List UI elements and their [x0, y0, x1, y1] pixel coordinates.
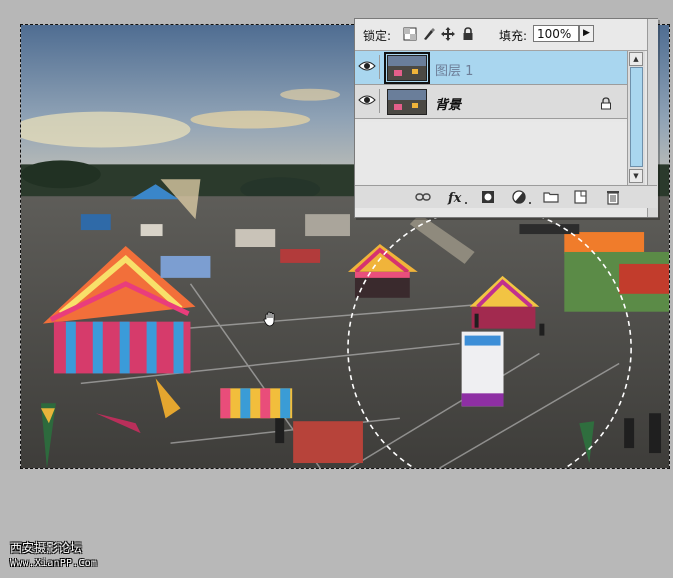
forum-watermark: 西安摄影论坛 Www.XianPP.Com: [10, 541, 97, 571]
scroll-thumb[interactable]: [630, 67, 643, 167]
scroll-up-button[interactable]: ▲: [629, 52, 643, 66]
new-group-folder-icon[interactable]: [543, 189, 559, 205]
workspace-lower-area: [0, 470, 673, 578]
layers-panel-toolbar: 锁定: 填充: 100% ▶: [355, 19, 657, 51]
layer-name: 背景: [435, 98, 462, 113]
new-layer-icon[interactable]: [573, 189, 589, 205]
lock-image-pixels-icon[interactable]: [422, 27, 436, 41]
delete-layer-trash-icon[interactable]: [605, 189, 621, 205]
layer-lock-icon: [600, 95, 612, 110]
scroll-down-button[interactable]: ▼: [629, 169, 643, 183]
lock-all-icon[interactable]: [461, 27, 475, 41]
hand-tool-icon: [263, 311, 277, 327]
layers-scrollbar[interactable]: ▲ ▼: [627, 51, 645, 185]
layer-thumbnail: [387, 89, 427, 115]
fill-opacity-dropdown-arrow[interactable]: ▶: [579, 25, 594, 42]
lock-transparent-pixels-icon[interactable]: [403, 27, 417, 41]
visibility-eye-icon[interactable]: [357, 55, 380, 79]
watermark-line2: Www.XianPP.Com: [10, 558, 98, 569]
adjustment-layer-icon[interactable]: [511, 189, 533, 205]
layers-panel-footer: fx: [355, 185, 657, 208]
add-mask-icon[interactable]: [480, 189, 496, 205]
layer-row-background[interactable]: 背景: [355, 85, 627, 119]
layer-row-layer1[interactable]: 图层 1: [355, 51, 627, 85]
link-layers-icon[interactable]: [415, 189, 431, 205]
watermark-line1: 西安摄影论坛: [10, 541, 83, 555]
layer-name: 图层 1: [435, 64, 474, 79]
fill-label: 填充:: [499, 29, 528, 43]
layers-panel: 锁定: 填充: 100% ▶ 图层 1 背景 ▲ ▼ fx: [354, 18, 658, 218]
lock-label: 锁定:: [363, 29, 392, 43]
lock-position-icon[interactable]: [441, 27, 455, 41]
layer-thumbnail: [384, 52, 430, 84]
layer-style-fx-icon[interactable]: fx: [447, 189, 469, 206]
svg-text:fx: fx: [447, 191, 462, 205]
layers-list-empty-area: [355, 122, 627, 184]
fill-opacity-input[interactable]: 100%: [533, 25, 579, 42]
visibility-eye-icon[interactable]: [357, 89, 380, 113]
